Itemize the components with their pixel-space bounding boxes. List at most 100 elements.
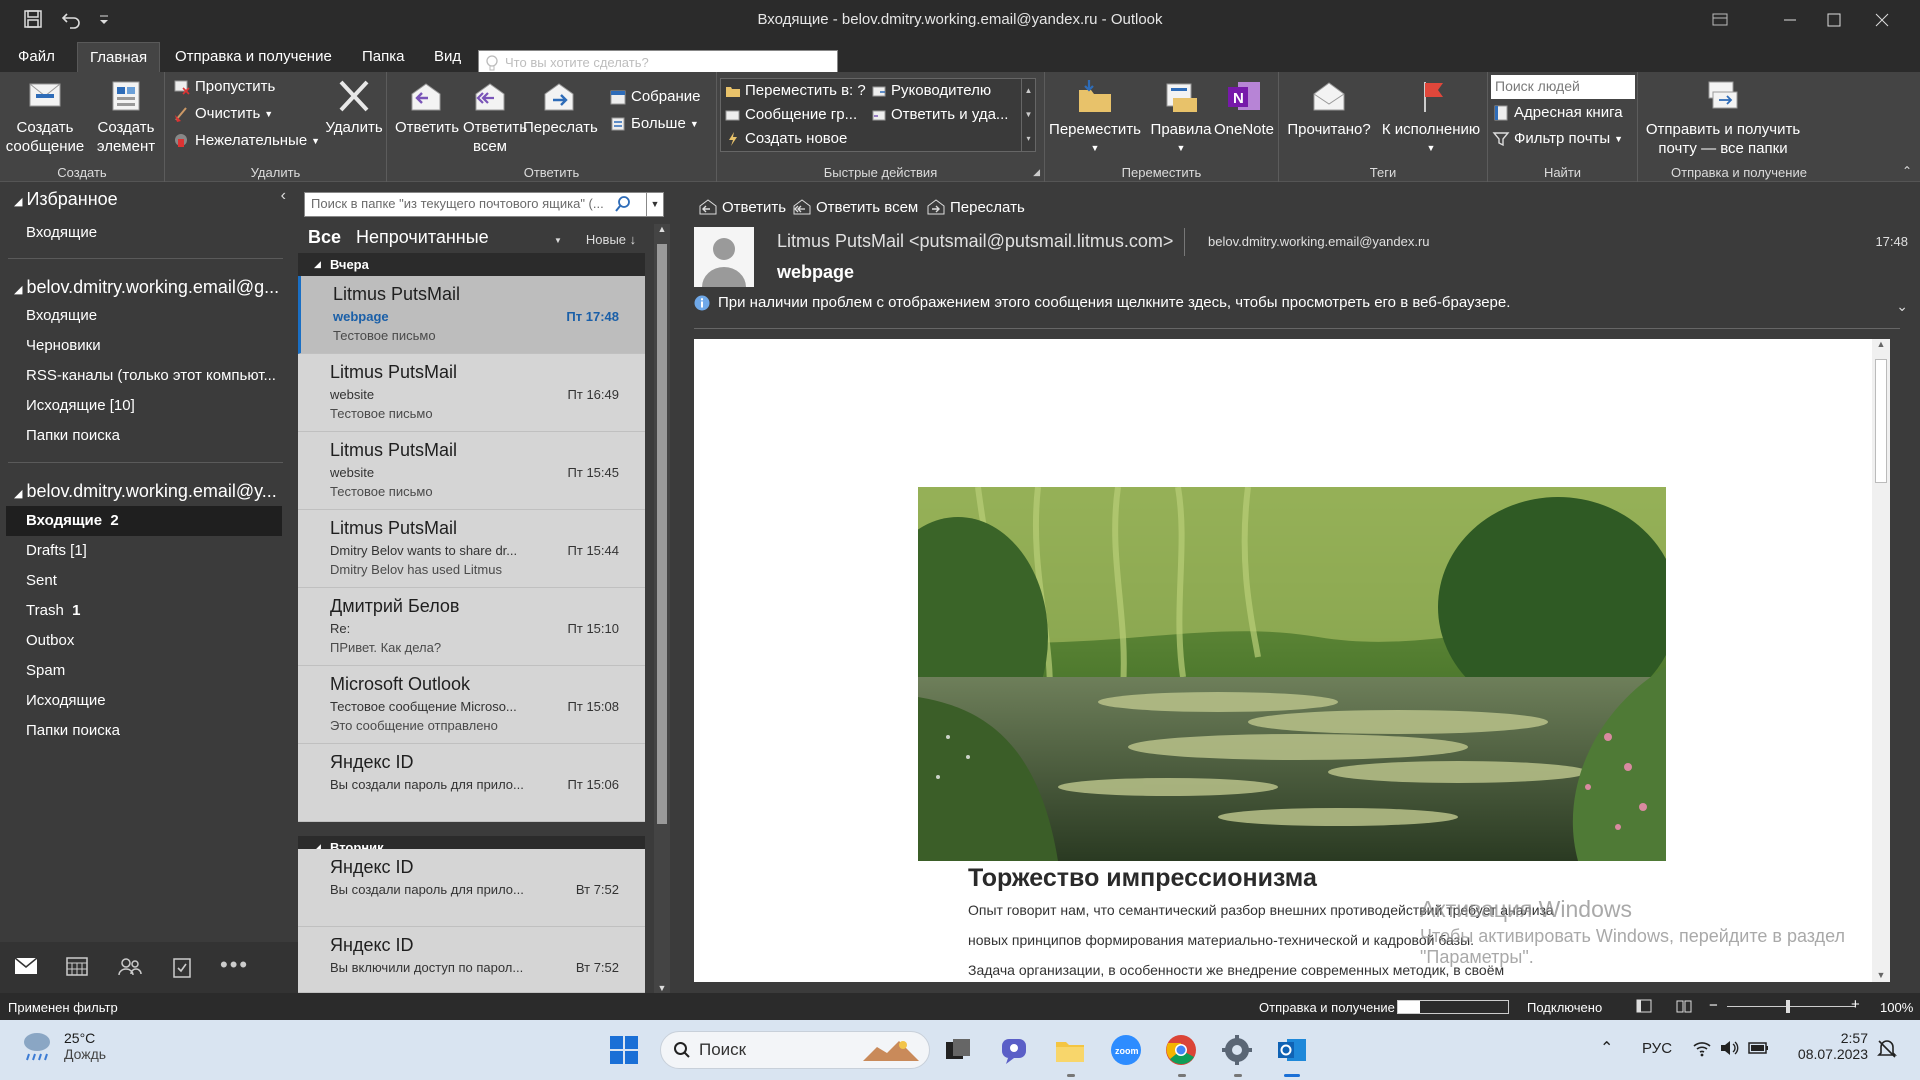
folder-item[interactable]: RSS-каналы (только этот компьют...	[26, 367, 276, 384]
more-respond-button[interactable]: Больше ▼	[609, 113, 699, 135]
scroll-down-arrow-icon[interactable]: ▼	[654, 983, 670, 993]
mail-icon[interactable]	[14, 956, 38, 976]
message-item[interactable]: Яндекс ID Вы создали пароль для прило...…	[298, 744, 645, 822]
message-item[interactable]: Litmus PutsMail Dmitry Belov wants to sh…	[298, 510, 645, 588]
tab-send-receive[interactable]: Отправка и получение	[163, 42, 344, 72]
message-item[interactable]: Litmus PutsMail website Тестовое письмо …	[298, 432, 645, 510]
message-list-scrollbar[interactable]: ▲ ▼	[654, 224, 670, 993]
wifi-icon[interactable]	[1692, 1039, 1712, 1057]
message-item[interactable]: Яндекс ID Вы создали пароль для прило...…	[298, 849, 645, 927]
address-book-button[interactable]: Адресная книга	[1492, 102, 1623, 124]
reading-reply-all-button[interactable]: Ответить всем	[792, 198, 918, 216]
ribbon-display-icon[interactable]	[1700, 6, 1740, 34]
reading-forward-button[interactable]: Переслать	[926, 198, 1025, 216]
normal-view-icon[interactable]	[1636, 999, 1652, 1013]
dialog-launcher-icon[interactable]: ◢	[1033, 167, 1040, 178]
delete-button[interactable]: Удалить	[323, 78, 385, 137]
zoom-in-icon[interactable]: +	[1851, 996, 1860, 1013]
reply-button[interactable]: Ответить	[395, 78, 459, 137]
info-bar[interactable]: При наличии проблем с отображением этого…	[694, 294, 1510, 311]
folder-item[interactable]: Spam	[26, 662, 276, 679]
scroll-thumb[interactable]	[657, 244, 667, 824]
folder-item[interactable]: Папки поиска	[26, 722, 276, 739]
calendar-icon[interactable]	[66, 956, 88, 976]
favorites-header[interactable]: ◢ Избранное	[14, 189, 284, 210]
tab-folder[interactable]: Папка	[350, 42, 416, 72]
reading-reply-button[interactable]: Ответить	[698, 198, 786, 216]
folder-item[interactable]: Outbox	[26, 632, 276, 649]
taskbar-search[interactable]: Поиск	[660, 1031, 930, 1069]
folder-item[interactable]: Папки поиска	[26, 427, 276, 444]
meeting-button[interactable]: Собрание	[609, 86, 700, 108]
message-to[interactable]: belov.dmitry.working.email@yandex.ru	[1208, 234, 1430, 249]
tab-file[interactable]: Файл	[6, 42, 67, 72]
read-unread-button[interactable]: Прочитано?	[1281, 78, 1377, 139]
tab-view[interactable]: Вид	[422, 42, 473, 72]
body-scrollbar[interactable]: ▲ ▼	[1872, 339, 1890, 982]
quickstep-team-email[interactable]: Сообщение гр...	[725, 104, 857, 126]
scroll-up-arrow-icon[interactable]: ▲	[1872, 339, 1890, 349]
clock[interactable]: 2:57 08.07.2023	[1796, 1030, 1868, 1062]
settings-icon[interactable]	[1221, 1034, 1255, 1068]
folder-item[interactable]: Исходящие [10]	[26, 397, 276, 414]
battery-icon[interactable]	[1748, 1040, 1770, 1056]
scroll-thumb[interactable]	[1875, 359, 1887, 483]
filter-all[interactable]: Все	[308, 227, 341, 248]
quickstep-reply-delete[interactable]: Ответить и уда...	[871, 104, 1008, 126]
folder-item[interactable]: Входящие	[26, 307, 276, 324]
minimize-icon[interactable]	[1770, 6, 1810, 34]
chat-icon[interactable]	[998, 1034, 1032, 1068]
onenote-button[interactable]: N OneNote	[1209, 78, 1279, 139]
message-item[interactable]: Microsoft Outlook Тестовое сообщение Mic…	[298, 666, 645, 744]
input-language[interactable]: РУС	[1642, 1040, 1672, 1057]
scroll-down-arrow-icon[interactable]: ▼	[1872, 970, 1890, 980]
zoom-app-icon[interactable]: zoom	[1110, 1034, 1144, 1068]
zoom-slider[interactable]	[1727, 1000, 1855, 1013]
reply-all-button[interactable]: Ответить всем	[459, 78, 527, 156]
expand-header-icon[interactable]: ⌄	[1896, 298, 1908, 315]
status-send-receive[interactable]: Отправка и получение	[1259, 1000, 1395, 1015]
move-button[interactable]: Переместить ▼	[1045, 78, 1145, 158]
zoom-thumb[interactable]	[1786, 1000, 1790, 1013]
zoom-level[interactable]: 100%	[1880, 1000, 1913, 1015]
weather-widget[interactable]: 25°C Дождь	[20, 1030, 106, 1062]
tasks-icon[interactable]	[172, 956, 192, 978]
quick-steps-scroll[interactable]: ▲ ▼ ▾	[1021, 79, 1035, 151]
sort-dropdown[interactable]: ▼ Новые ↓	[554, 232, 636, 247]
people-icon[interactable]	[118, 956, 142, 976]
search-scope-dropdown[interactable]: ▼	[646, 192, 664, 217]
search-icon[interactable]	[614, 195, 632, 213]
more-modules-icon[interactable]: •••	[220, 952, 249, 978]
folder-item[interactable]: Trash 1	[26, 602, 276, 619]
send-receive-all-button[interactable]: Отправить и получить почту — все папки	[1638, 78, 1808, 158]
quickstep-create-new[interactable]: Создать новое	[725, 128, 847, 150]
follow-up-button[interactable]: К исполнению ▼	[1377, 78, 1485, 158]
new-item-button[interactable]: Создать элемент	[90, 78, 162, 156]
clean-up-button[interactable]: Очистить ▼	[173, 103, 273, 125]
folder-item[interactable]: Исходящие	[26, 692, 276, 709]
search-people-input[interactable]: Поиск людей	[1491, 75, 1635, 99]
message-item[interactable]: Яндекс ID Вы включили доступ по парол...…	[298, 927, 645, 993]
scroll-up-arrow-icon[interactable]: ▲	[654, 224, 670, 234]
filter-unread[interactable]: Непрочитанные	[356, 227, 489, 248]
ignore-button[interactable]: Пропустить	[173, 76, 275, 98]
volume-icon[interactable]	[1719, 1039, 1739, 1057]
show-hidden-icons[interactable]: ⌃	[1600, 1038, 1613, 1058]
chrome-icon[interactable]	[1165, 1034, 1199, 1068]
message-item[interactable]: Litmus PutsMail webpage Тестовое письмо …	[298, 276, 645, 354]
collapse-pane-icon[interactable]: ‹	[281, 187, 286, 205]
group-header-yesterday[interactable]: ◢ Вчера	[298, 253, 645, 276]
rules-button[interactable]: Правила ▼	[1145, 78, 1217, 158]
quickstep-to-manager[interactable]: Руководителю	[871, 80, 991, 102]
folder-item[interactable]: Sent	[26, 572, 276, 589]
maximize-icon[interactable]	[1814, 6, 1854, 34]
new-email-button[interactable]: Создать сообщение	[2, 78, 88, 156]
notifications-icon[interactable]	[1876, 1038, 1898, 1060]
folder-item[interactable]: Черновики	[26, 337, 276, 354]
filter-email-button[interactable]: Фильтр почты ▼	[1492, 128, 1623, 150]
outlook-icon[interactable]	[1276, 1034, 1310, 1068]
fav-inbox[interactable]: Входящие	[26, 224, 276, 241]
tab-home[interactable]: Главная	[77, 42, 161, 72]
junk-button[interactable]: Нежелательные ▼	[173, 130, 320, 152]
start-icon[interactable]	[608, 1034, 642, 1068]
